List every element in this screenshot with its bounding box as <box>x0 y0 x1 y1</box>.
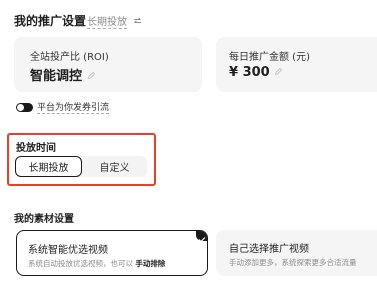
roi-value: 智能调控 <box>30 69 83 84</box>
mode-label: 长期投放 <box>87 17 127 29</box>
check-icon <box>198 237 206 243</box>
materials-title: 我的素材设置 <box>14 214 74 225</box>
material-card-manual[interactable]: 自己选择推广视频 手动添加更多，系统探索更多合适流量 <box>216 230 377 276</box>
mode-switch[interactable]: 长期投放 <box>87 13 142 29</box>
swap-icon <box>133 17 142 28</box>
material-card-title: 自己选择推广视频 <box>229 244 309 255</box>
coupon-toggle[interactable] <box>16 102 33 112</box>
selected-check-badge <box>196 231 207 243</box>
edit-icon[interactable] <box>274 65 283 80</box>
manual-exclude-link[interactable]: 手动排除 <box>135 259 165 268</box>
budget-value: 300 <box>242 65 270 80</box>
budget-label: 每日推广金额 (元) <box>229 52 310 63</box>
material-card-desc: 手动添加更多，系统探索更多合适流量 <box>229 258 357 267</box>
roi-label: 全站投产比 (ROI) <box>30 52 109 63</box>
currency-symbol: ¥ <box>229 65 239 80</box>
coupon-toggle-row: 平台为你发券引流 <box>16 100 110 114</box>
material-card-smart[interactable]: 系统智能优选视频 系统自动投放优选视频，也可以 手动排除 <box>16 230 208 276</box>
schedule-option-long-term[interactable]: 长期投放 <box>15 156 82 177</box>
material-card-desc: 系统自动投放优选视频，也可以 <box>28 259 133 268</box>
schedule-title: 投放时间 <box>16 143 56 154</box>
schedule-segmented-control: 长期投放 自定义 <box>15 156 147 177</box>
edit-icon[interactable] <box>87 69 96 84</box>
coupon-toggle-label: 平台为你发券引流 <box>37 100 110 114</box>
roi-card[interactable]: 全站投产比 (ROI) 智能调控 <box>14 37 202 92</box>
schedule-option-custom[interactable]: 自定义 <box>82 156 147 177</box>
budget-card[interactable]: 每日推广金额 (元) ¥ 300 <box>216 37 377 92</box>
material-card-title: 系统智能优选视频 <box>28 245 108 256</box>
page-title: 我的推广设置 <box>14 14 87 28</box>
